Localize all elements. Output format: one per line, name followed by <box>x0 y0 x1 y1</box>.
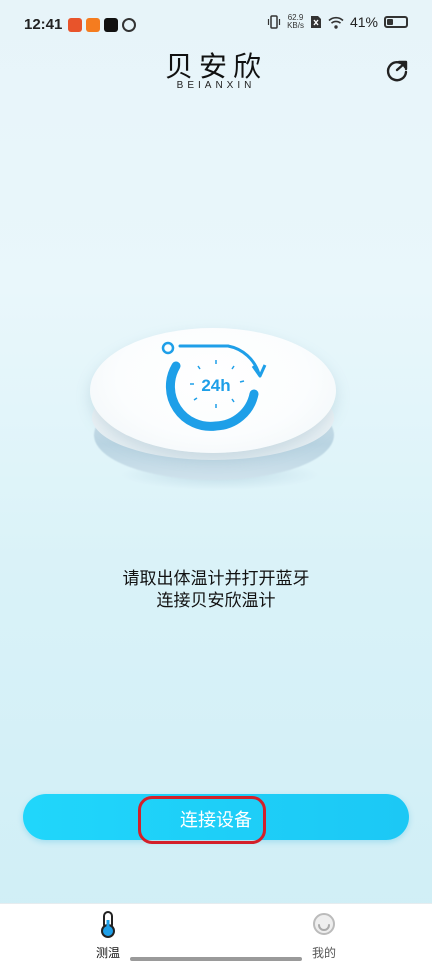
network-speed: 62.9 KB/s <box>287 14 304 30</box>
refresh-icon <box>386 60 408 82</box>
app-logo: 贝安欣 BEIANXIN <box>0 50 432 92</box>
tiktok-notification-icon <box>104 18 118 32</box>
network-speed-unit: KB/s <box>287 21 304 30</box>
refresh-button[interactable] <box>384 58 410 84</box>
status-time: 12:41 <box>24 16 63 33</box>
instruction-line-1: 请取出体温计并打开蓝牙 <box>122 569 310 589</box>
thermometer-device-illustration: 24h <box>90 320 346 490</box>
clock-badge-text: 24h <box>201 376 230 395</box>
thermometer-icon <box>101 911 115 938</box>
vibrate-icon <box>267 15 281 29</box>
instruction-message: 请取出体温计并打开蓝牙 连接贝安欣温计 <box>0 568 432 612</box>
tab-measure[interactable]: 测温 <box>68 910 148 961</box>
battery-level <box>387 19 394 25</box>
bottom-nav: 测温 我的 <box>0 903 432 965</box>
app-notification-icon <box>68 18 82 32</box>
no-sim-icon <box>310 16 321 28</box>
logo-chinese: 贝安欣 <box>164 50 267 83</box>
connect-device-button[interactable]: 连接设备 <box>23 794 409 840</box>
home-indicator[interactable] <box>130 957 302 961</box>
24h-clock-icon: 24h <box>161 341 267 431</box>
smiley-icon <box>313 913 335 935</box>
notification-icons <box>68 18 136 32</box>
battery-icon <box>384 16 408 28</box>
logo-english: BEIANXIN <box>176 80 256 91</box>
instruction-line-2: 连接贝安欣温计 <box>156 591 276 611</box>
status-bar: 12:41 62.9 KB/s 41% <box>0 0 432 50</box>
status-right: 62.9 KB/s 41% <box>267 14 408 30</box>
tab-mine[interactable]: 我的 <box>284 910 364 961</box>
connect-device-label: 连接设备 <box>180 810 252 831</box>
link-notification-icon <box>122 18 136 32</box>
battery-percent: 41% <box>349 14 378 30</box>
wifi-icon <box>328 16 344 29</box>
taobao-notification-icon <box>86 18 100 32</box>
